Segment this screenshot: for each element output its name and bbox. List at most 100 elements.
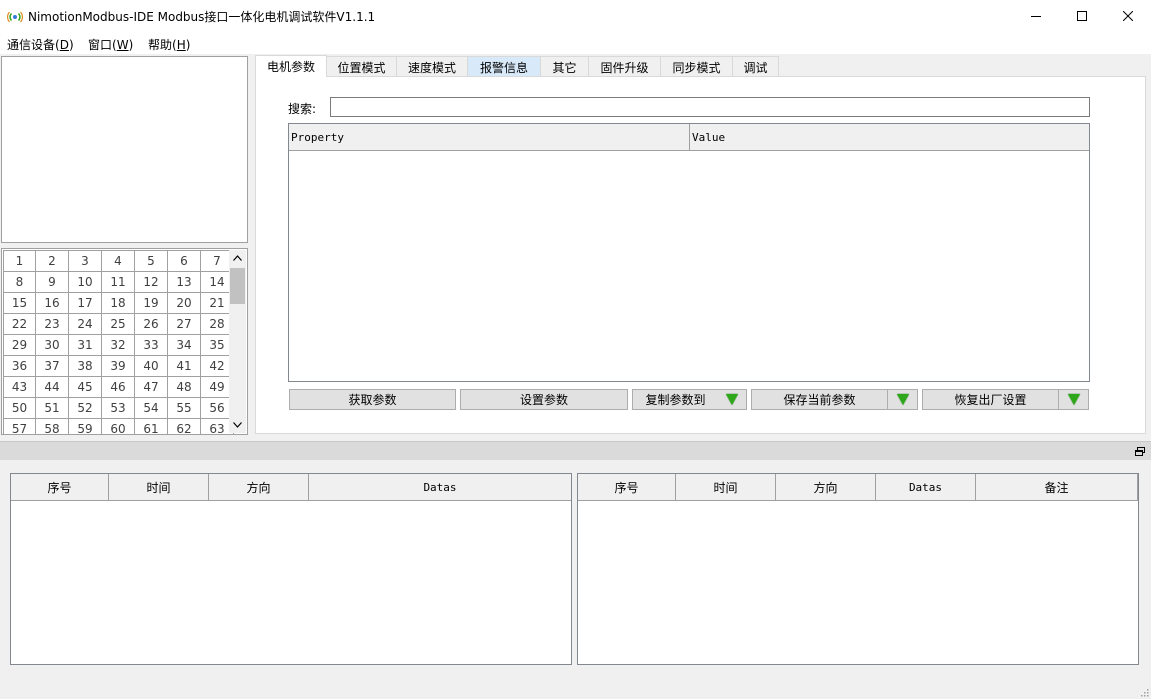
copy-params-to-button[interactable]: 复制参数到 [632, 389, 747, 410]
address-cell[interactable]: 9 [35, 271, 69, 293]
address-cell[interactable]: 61 [134, 418, 168, 434]
address-cell[interactable]: 23 [35, 313, 69, 335]
device-tree-panel[interactable] [1, 56, 248, 243]
address-cell[interactable]: 60 [101, 418, 135, 434]
property-column-header[interactable]: Property [289, 124, 690, 151]
address-cell[interactable]: 39 [101, 355, 135, 377]
column-header-direction[interactable]: 方向 [209, 474, 309, 501]
address-cell[interactable]: 58 [35, 418, 69, 434]
address-cell[interactable]: 1 [3, 250, 36, 272]
close-button[interactable] [1105, 0, 1151, 31]
address-cell[interactable]: 50 [3, 397, 36, 419]
set-params-button[interactable]: 设置参数 [460, 389, 628, 410]
address-cell[interactable]: 25 [101, 313, 135, 335]
get-params-button[interactable]: 获取参数 [289, 389, 456, 410]
column-header-remark[interactable]: 备注 [976, 474, 1138, 501]
tab-alarm-info[interactable]: 报警信息 [467, 56, 541, 77]
address-cell[interactable]: 51 [35, 397, 69, 419]
address-cell[interactable]: 53 [101, 397, 135, 419]
address-cell[interactable]: 37 [35, 355, 69, 377]
address-cell[interactable]: 52 [68, 397, 102, 419]
column-header-datas[interactable]: Datas [876, 474, 976, 501]
column-header-time[interactable]: 时间 [676, 474, 776, 501]
address-cell[interactable]: 43 [3, 376, 36, 398]
address-cell[interactable]: 24 [68, 313, 102, 335]
address-cell[interactable]: 27 [167, 313, 201, 335]
tab-sync-mode[interactable]: 同步模式 [660, 56, 733, 77]
tab-position-mode[interactable]: 位置模式 [326, 56, 397, 77]
address-cell[interactable]: 29 [3, 334, 36, 356]
address-cell[interactable]: 44 [35, 376, 69, 398]
panel-splitter[interactable] [0, 441, 1151, 460]
tab-motor-params[interactable]: 电机参数 [255, 55, 327, 77]
address-cell[interactable]: 20 [167, 292, 201, 314]
copy-dropdown-arrow-icon[interactable] [718, 390, 746, 409]
address-cell[interactable]: 5 [134, 250, 168, 272]
address-cell[interactable]: 38 [68, 355, 102, 377]
address-cell[interactable]: 36 [3, 355, 36, 377]
column-header-time[interactable]: 时间 [109, 474, 209, 501]
address-cell[interactable]: 22 [3, 313, 36, 335]
address-cell[interactable]: 48 [167, 376, 201, 398]
restore-factory-button[interactable]: 恢复出厂设置 [922, 389, 1089, 410]
maximize-button[interactable] [1059, 0, 1105, 31]
address-cell[interactable]: 2 [35, 250, 69, 272]
tab-other[interactable]: 其它 [540, 56, 589, 77]
address-cell[interactable]: 54 [134, 397, 168, 419]
search-input[interactable] [330, 97, 1090, 117]
column-header-datas[interactable]: Datas [309, 474, 571, 501]
address-cell[interactable]: 19 [134, 292, 168, 314]
menu-label: 通信设备( [7, 38, 60, 52]
tab-firmware-upgrade[interactable]: 固件升级 [588, 56, 661, 77]
address-cell[interactable]: 11 [101, 271, 135, 293]
address-cell[interactable]: 57 [3, 418, 36, 434]
address-cell[interactable]: 16 [35, 292, 69, 314]
menu-comm-device[interactable]: 通信设备(D) [7, 36, 74, 53]
property-grid[interactable]: Property Value [288, 123, 1090, 382]
save-current-params-button[interactable]: 保存当前参数 [751, 389, 918, 410]
tab-debug[interactable]: 调试 [732, 56, 779, 77]
receive-log-table[interactable]: 序号 时间 方向 Datas 备注 [577, 473, 1139, 665]
address-cell[interactable]: 6 [167, 250, 201, 272]
address-cell[interactable]: 55 [167, 397, 201, 419]
address-cell[interactable]: 18 [101, 292, 135, 314]
address-cell[interactable]: 12 [134, 271, 168, 293]
scrollbar-thumb[interactable] [230, 268, 245, 304]
restore-panel-icon[interactable] [1135, 447, 1145, 456]
address-cell[interactable]: 15 [3, 292, 36, 314]
address-cell[interactable]: 31 [68, 334, 102, 356]
resize-grip-icon[interactable] [1139, 687, 1149, 697]
restore-dropdown-arrow-icon[interactable] [1058, 390, 1088, 409]
address-cell[interactable]: 40 [134, 355, 168, 377]
address-cell[interactable]: 41 [167, 355, 201, 377]
address-cell[interactable]: 26 [134, 313, 168, 335]
address-cell[interactable]: 46 [101, 376, 135, 398]
column-header-direction[interactable]: 方向 [776, 474, 876, 501]
scroll-up-icon[interactable] [233, 255, 242, 261]
address-cell[interactable]: 59 [68, 418, 102, 434]
menu-window[interactable]: 窗口(W) [88, 36, 133, 53]
send-log-table[interactable]: 序号 时间 方向 Datas [10, 473, 572, 665]
address-cell[interactable]: 34 [167, 334, 201, 356]
address-cell[interactable]: 33 [134, 334, 168, 356]
column-header-index[interactable]: 序号 [11, 474, 109, 501]
address-cell[interactable]: 8 [3, 271, 36, 293]
tab-speed-mode[interactable]: 速度模式 [396, 56, 468, 77]
value-column-header[interactable]: Value [690, 124, 1089, 151]
scroll-down-icon[interactable] [233, 422, 242, 428]
address-cell[interactable]: 13 [167, 271, 201, 293]
address-cell[interactable]: 62 [167, 418, 201, 434]
menu-help[interactable]: 帮助(H) [148, 36, 190, 53]
address-cell[interactable]: 32 [101, 334, 135, 356]
address-cell[interactable]: 4 [101, 250, 135, 272]
address-cell[interactable]: 17 [68, 292, 102, 314]
save-dropdown-arrow-icon[interactable] [887, 390, 917, 409]
grid-scrollbar[interactable] [229, 250, 246, 433]
minimize-button[interactable] [1013, 0, 1059, 31]
address-cell[interactable]: 47 [134, 376, 168, 398]
address-cell[interactable]: 10 [68, 271, 102, 293]
column-header-index[interactable]: 序号 [578, 474, 676, 501]
address-cell[interactable]: 30 [35, 334, 69, 356]
address-cell[interactable]: 3 [68, 250, 102, 272]
address-cell[interactable]: 45 [68, 376, 102, 398]
